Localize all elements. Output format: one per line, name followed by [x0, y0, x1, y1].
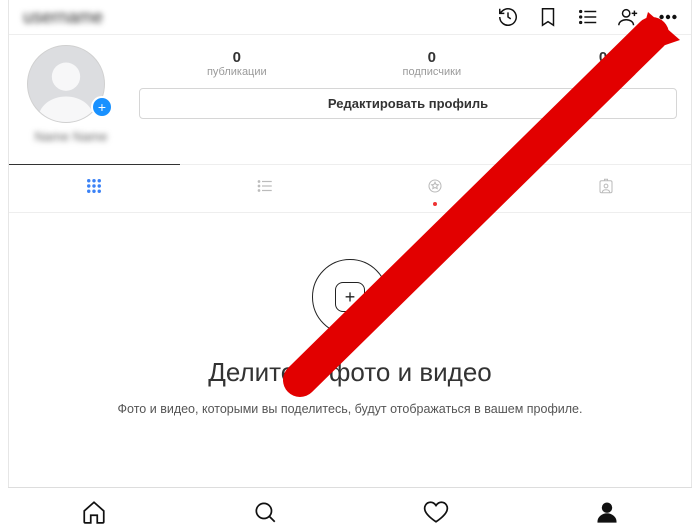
- edit-profile-button[interactable]: Редактировать профиль: [139, 88, 677, 119]
- avatar-container: + Name Name: [27, 45, 115, 144]
- tab-saved[interactable]: [350, 165, 521, 212]
- list-icon[interactable]: [577, 6, 599, 28]
- stat-posts-label: публикации: [207, 66, 267, 78]
- stats-area: 0 публикации 0 подписчики 0 по Редактиро…: [139, 45, 677, 144]
- empty-subtitle: Фото и видео, которыми вы поделитесь, бу…: [29, 402, 671, 416]
- empty-title: Делитесь фото и видео: [29, 357, 671, 388]
- bottom-nav: [8, 487, 692, 528]
- stat-posts-count: 0: [207, 49, 267, 66]
- stat-followers[interactable]: 0 подписчики: [403, 49, 462, 78]
- nav-search[interactable]: [251, 498, 279, 526]
- plus-icon: +: [335, 282, 365, 312]
- stat-following-count: 0: [597, 49, 609, 66]
- tab-notification-dot: [433, 202, 437, 206]
- display-name: Name Name: [27, 129, 115, 144]
- stat-following-label: по: [597, 66, 609, 78]
- more-options-icon[interactable]: [657, 6, 679, 28]
- profile-summary: + Name Name 0 публикации 0 подписчики 0 …: [9, 35, 691, 152]
- header-action-bar: [497, 6, 679, 28]
- profile-header: username: [9, 0, 691, 35]
- stat-followers-label: подписчики: [403, 66, 462, 78]
- stat-followers-count: 0: [403, 49, 462, 66]
- nav-activity[interactable]: [422, 498, 450, 526]
- tab-grid[interactable]: [9, 164, 180, 212]
- archive-icon[interactable]: [497, 6, 519, 28]
- bookmark-icon[interactable]: [537, 6, 559, 28]
- username-text: username: [23, 7, 103, 28]
- tab-tagged[interactable]: [521, 165, 692, 212]
- stat-posts[interactable]: 0 публикации: [207, 49, 267, 78]
- tab-list[interactable]: [180, 165, 351, 212]
- nav-home[interactable]: [80, 498, 108, 526]
- add-content-button[interactable]: +: [312, 259, 388, 335]
- empty-state: + Делитесь фото и видео Фото и видео, ко…: [9, 213, 691, 436]
- stat-following[interactable]: 0 по: [597, 49, 609, 78]
- profile-tabs: [9, 164, 691, 213]
- add-story-badge[interactable]: +: [91, 96, 113, 118]
- nav-profile[interactable]: [593, 498, 621, 526]
- discover-people-icon[interactable]: [617, 6, 639, 28]
